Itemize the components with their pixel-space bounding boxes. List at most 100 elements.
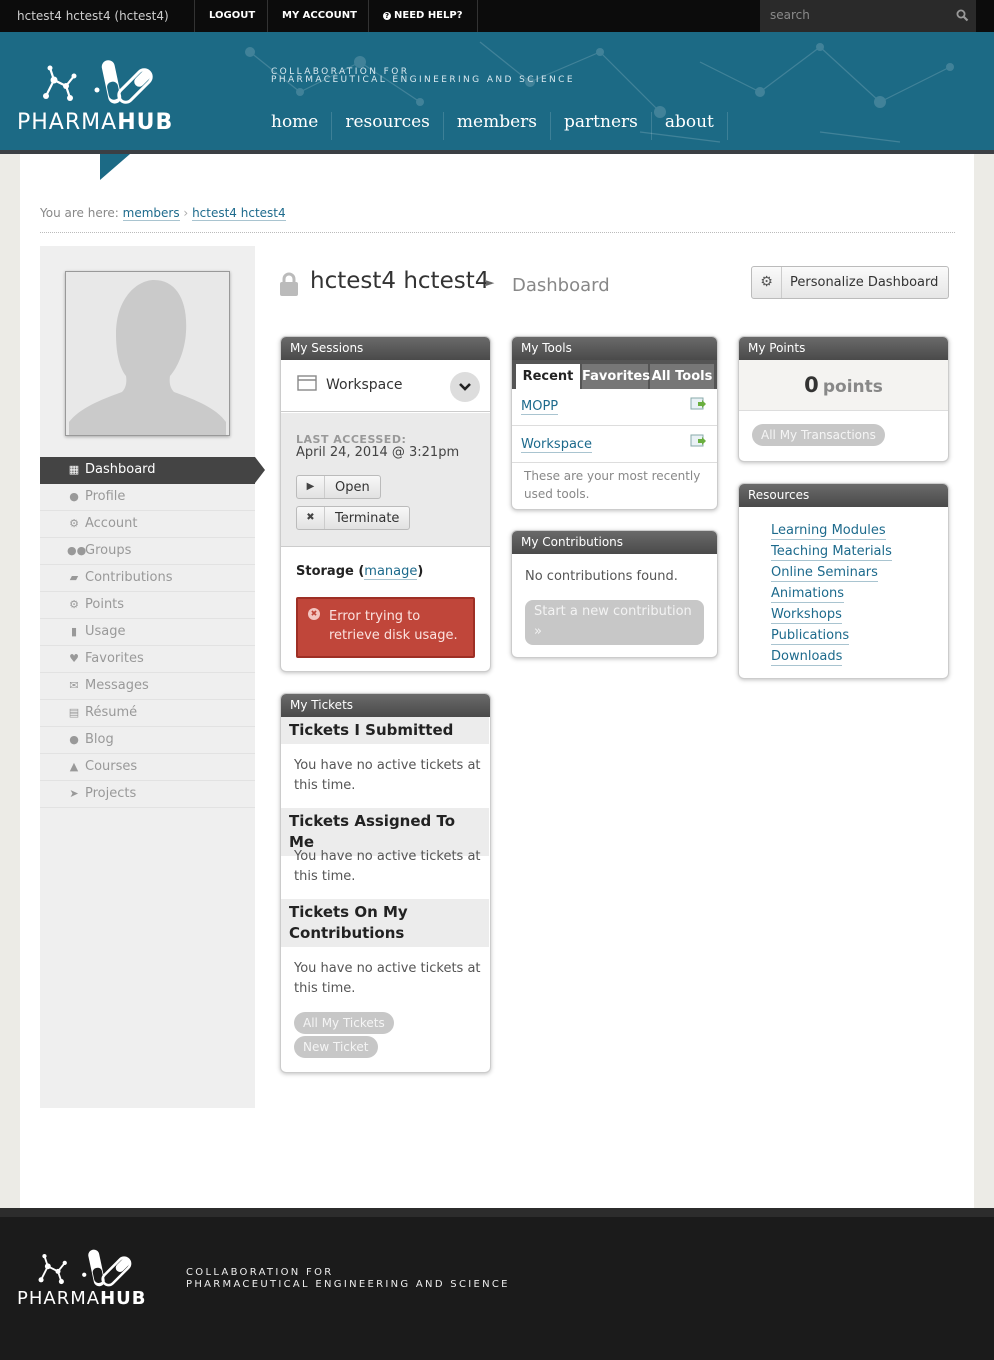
search-icon[interactable] <box>956 9 969 22</box>
my-contributions-module: My Contributions No contributions found.… <box>511 530 718 658</box>
resources-module: Resources Learning Modules Teaching Mate… <box>738 483 949 679</box>
sidebar-item-label: Points <box>85 597 125 612</box>
profile-icon: ● <box>69 490 79 503</box>
chevron-down-icon <box>459 383 471 391</box>
nav-partners[interactable]: partners <box>551 112 652 140</box>
breadcrumb-members[interactable]: members <box>122 206 180 221</box>
footer-tagline-line2: PHARMACEUTICAL ENGINEERING AND SCIENCE <box>186 1279 510 1290</box>
session-header[interactable]: Workspace <box>281 360 490 412</box>
heart-icon: ♥ <box>69 652 79 665</box>
breadcrumb-prefix: You are here: <box>40 206 119 220</box>
tool-row: Workspace <box>512 426 717 463</box>
error-icon: ✖ <box>308 608 320 620</box>
gear-icon: ⚙ <box>752 267 782 298</box>
resource-link-downloads[interactable]: Downloads <box>771 649 843 666</box>
section-pointer <box>100 154 130 180</box>
sidebar-item-dashboard[interactable]: ▦ Dashboard <box>40 457 255 484</box>
usage-icon: ▮ <box>70 625 78 638</box>
search-input[interactable] <box>760 0 946 30</box>
tab-favorites[interactable]: Favorites <box>582 364 650 389</box>
help-icon: ? <box>383 12 391 20</box>
sidebar-item-groups[interactable]: ●● Groups <box>40 538 255 565</box>
need-help-link[interactable]: ? NEED HELP? <box>368 0 478 32</box>
sidebar-item-resume[interactable]: ▤ Résumé <box>40 700 255 727</box>
module-title: My Tickets <box>281 694 490 717</box>
tool-link-workspace[interactable]: Workspace <box>521 437 593 453</box>
sidebar-item-label: Résumé <box>85 705 138 720</box>
nav-about[interactable]: about <box>652 112 728 140</box>
storage-manage-link[interactable]: manage <box>364 564 418 580</box>
module-title: My Points <box>739 337 948 360</box>
sidebar-item-label: Messages <box>85 678 149 693</box>
tagline-line2: PHARMACEUTICAL ENGINEERING AND SCIENCE <box>271 75 575 85</box>
close-circle-icon: ✖ <box>297 507 325 529</box>
sidebar-item-contributions[interactable]: ▰ Contributions <box>40 565 255 592</box>
sidebar-item-label: Favorites <box>85 651 144 666</box>
nav-resources[interactable]: resources <box>332 112 444 140</box>
search-box <box>760 0 976 32</box>
sidebar-item-messages[interactable]: ✉ Messages <box>40 673 255 700</box>
sidebar-item-points[interactable]: ⚙ Points <box>40 592 255 619</box>
groups-icon: ●● <box>67 544 87 557</box>
nav-members[interactable]: members <box>444 112 552 140</box>
pharmahub-logo-icon[interactable] <box>40 56 170 108</box>
sidebar-item-label: Projects <box>85 786 137 801</box>
resource-link-publications[interactable]: Publications <box>771 628 850 645</box>
resource-link-animations[interactable]: Animations <box>771 586 845 603</box>
sidebar-item-label: Profile <box>85 489 126 504</box>
session-name: Workspace <box>326 377 403 393</box>
resource-link-workshops[interactable]: Workshops <box>771 607 842 624</box>
sidebar-item-usage[interactable]: ▮ Usage <box>40 619 255 646</box>
storage-label: Storage <box>296 564 354 579</box>
tool-link-mopp[interactable]: MOPP <box>521 399 559 415</box>
sidebar-item-profile[interactable]: ● Profile <box>40 484 255 511</box>
breadcrumb-user[interactable]: hctest4 hctest4 <box>192 206 286 221</box>
page-title: hctest4 hctest4 <box>310 268 490 294</box>
launch-tool-icon[interactable] <box>690 397 706 412</box>
sidebar-item-projects[interactable]: ➤ Projects <box>40 781 255 808</box>
need-help-label: NEED HELP? <box>394 10 463 21</box>
nav-home[interactable]: home <box>258 112 333 140</box>
logout-link[interactable]: LOGOUT <box>194 0 269 32</box>
sidebar-item-blog[interactable]: ● Blog <box>40 727 255 754</box>
resource-link-online-seminars[interactable]: Online Seminars <box>771 565 878 582</box>
expand-session-button[interactable] <box>450 372 480 402</box>
launch-tool-icon[interactable] <box>690 434 706 449</box>
tab-all-tools[interactable]: All Tools <box>650 364 714 389</box>
terminate-session-button[interactable]: ✖ Terminate <box>296 506 410 530</box>
resource-link-learning-modules[interactable]: Learning Modules <box>771 523 886 540</box>
session-details: LAST ACCESSED: April 24, 2014 @ 3:21pm ▶… <box>281 413 490 547</box>
footer-logo-text[interactable]: PHARMAHUB <box>17 1288 146 1309</box>
main-nav: home resources members partners about <box>258 112 728 140</box>
envelope-icon: ✉ <box>69 679 79 692</box>
sidebar-item-courses[interactable]: ▲ Courses <box>40 754 255 781</box>
tab-recent[interactable]: Recent <box>516 364 580 389</box>
sidebar-item-label: Blog <box>85 732 114 747</box>
site-footer: PHARMAHUB COLLABORATION FOR PHARMACEUTIC… <box>0 1208 994 1360</box>
sidebar-item-favorites[interactable]: ♥ Favorites <box>40 646 255 673</box>
terminate-label: Terminate <box>335 511 400 526</box>
tools-tabs: Recent Favorites All Tools <box>512 360 717 389</box>
all-my-tickets-button[interactable]: All My Tickets <box>294 1012 394 1034</box>
sidebar-item-account[interactable]: ⚙ Account <box>40 511 255 538</box>
breadcrumb-divider <box>40 232 955 233</box>
open-session-button[interactable]: ▶ Open <box>296 475 381 499</box>
all-transactions-button[interactable]: All My Transactions <box>752 424 885 446</box>
module-title: Resources <box>739 484 948 507</box>
personalize-dashboard-button[interactable]: ⚙ Personalize Dashboard <box>751 266 949 299</box>
storage-error-alert: ✖ Error trying to retrieve disk usage. <box>296 597 475 658</box>
my-account-link[interactable]: MY ACCOUNT <box>267 0 371 32</box>
title-arrow-icon: ► <box>486 276 495 289</box>
pharmahub-logo-text[interactable]: PHARMAHUB <box>17 110 173 135</box>
avatar-silhouette-icon <box>66 272 229 435</box>
footer-logo-icon[interactable] <box>36 1246 146 1290</box>
points-unit: points <box>822 377 883 397</box>
error-text: Error trying to retrieve disk usage. <box>329 609 458 643</box>
avatar[interactable] <box>65 271 230 436</box>
new-ticket-button[interactable]: New Ticket <box>294 1036 378 1058</box>
tools-note: These are your most recently used tools. <box>524 469 701 501</box>
paper-plane-icon: ➤ <box>69 787 79 800</box>
site-header: PHARMAHUB COLLABORATION FOR PHARMACEUTIC… <box>0 32 994 154</box>
start-contribution-button[interactable]: Start a new contribution » <box>525 600 704 645</box>
resource-link-teaching-materials[interactable]: Teaching Materials <box>771 544 892 561</box>
